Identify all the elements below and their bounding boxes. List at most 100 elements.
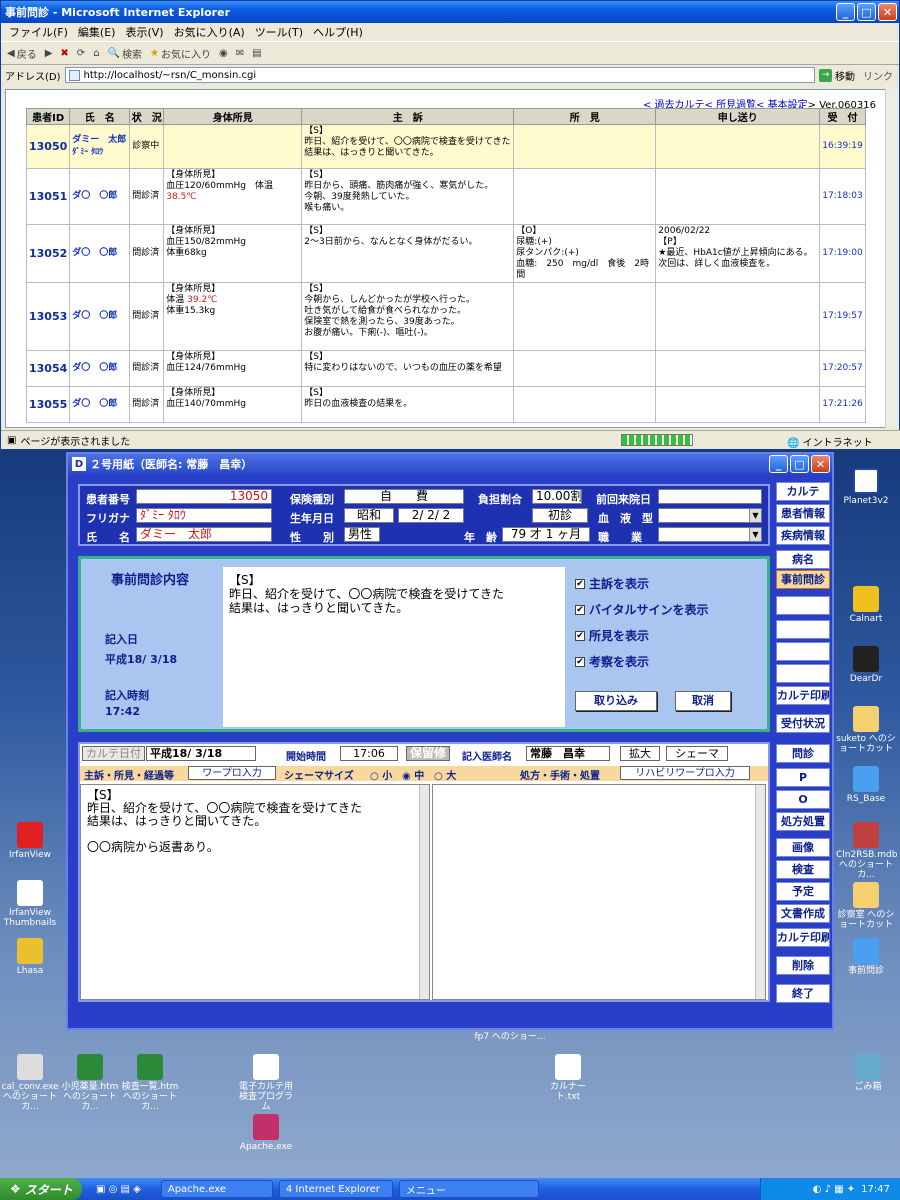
burden-field[interactable]: 10.00割 xyxy=(532,489,582,504)
age-field[interactable]: 79 才 1 ヶ月 xyxy=(502,527,590,542)
side-button-4[interactable]: 事前問診 xyxy=(776,570,830,589)
app-maximize-button[interactable]: □ xyxy=(790,455,809,473)
birth-date-field[interactable]: 2/ 2/ 2 xyxy=(398,508,464,523)
side-button-7[interactable] xyxy=(776,642,830,661)
side-button-1[interactable]: 患者情報 xyxy=(776,504,830,523)
side-button-16[interactable]: 検査 xyxy=(776,860,830,879)
app-titlebar[interactable]: D ２号用紙（医師名: 常藤 昌幸） _ □ ✕ xyxy=(68,454,832,474)
table-row[interactable]: 13051 ダ〇 〇郎 問診済 【身体所見】 血圧120/60mmHg 体温 38.5… xyxy=(25,168,866,225)
side-button-10[interactable]: 受付状況 xyxy=(776,714,830,733)
quicklaunch-icons[interactable]: ▣ ◎ ▤ ◈ xyxy=(96,1184,141,1195)
side-button-5[interactable] xyxy=(776,596,830,615)
schema-size-large[interactable]: ○ 大 xyxy=(434,767,456,782)
desktop-icon-planet[interactable]: Planet3v2 xyxy=(836,468,896,506)
app-minimize-button[interactable]: _ xyxy=(769,455,788,473)
patient-name[interactable]: ダ〇 〇郎 xyxy=(69,168,131,225)
name-field[interactable]: ダミー 太郎 xyxy=(136,527,272,542)
menu-favorites[interactable]: お気に入り(A) xyxy=(174,24,245,40)
desktop-icon-rsbase[interactable]: RS_Base xyxy=(836,766,896,804)
task-apache[interactable]: Apache.exe xyxy=(160,1180,273,1198)
side-button-2[interactable]: 疾病情報 xyxy=(776,526,830,545)
media-button[interactable]: ◉ xyxy=(219,48,228,59)
menu-help[interactable]: ヘルプ(H) xyxy=(313,24,363,40)
menu-view[interactable]: 表示(V) xyxy=(125,24,163,40)
side-button-0[interactable]: カルテ xyxy=(776,482,830,501)
side-button-18[interactable]: 文書作成 xyxy=(776,904,830,923)
start-button[interactable]: ❖ スタート xyxy=(0,1178,82,1200)
refresh-button[interactable]: ⟳ xyxy=(77,48,85,59)
insurance-field[interactable]: 自 費 xyxy=(344,489,464,504)
desktop-icon-irfanthumbs[interactable]: IrfanView Thumbnails xyxy=(0,880,60,928)
search-button[interactable]: 🔍 検索 xyxy=(108,46,142,61)
side-button-11[interactable]: 問診 xyxy=(776,744,830,763)
desktop-icon-lhasa[interactable]: Lhasa xyxy=(0,938,60,976)
check-show-findings[interactable]: ✔ 所見を表示 xyxy=(575,627,649,644)
favorites-button[interactable]: ★ お気に入り xyxy=(150,46,211,61)
desktop-icon-calnart[interactable]: Calnart xyxy=(836,586,896,624)
task-ie[interactable]: 4 Internet Explorer xyxy=(278,1180,393,1198)
back-button[interactable]: ◀ 戻る xyxy=(7,46,37,61)
desktop-icon-shoni[interactable]: 小児薬量.htm へのショートカ... xyxy=(60,1054,120,1112)
side-button-19[interactable]: カルテ印刷 xyxy=(776,928,830,947)
side-button-6[interactable] xyxy=(776,620,830,639)
desktop-icon-recycle[interactable]: ごみ箱 xyxy=(838,1054,898,1092)
birth-era-field[interactable]: 昭和 xyxy=(344,508,394,523)
schema-size-medium[interactable]: ◉ 中 xyxy=(402,767,424,782)
import-button[interactable]: 取り込み xyxy=(575,691,657,711)
patient-no-field[interactable]: 13050 xyxy=(136,489,272,504)
karte-left-text[interactable]: 【S】 昨日、紹介を受けて、〇〇病院で検査を受けてきた 結果は、はっきりと聞いて… xyxy=(80,784,430,1000)
links-button[interactable]: リンク xyxy=(863,68,893,83)
patient-id-link[interactable]: 13053 xyxy=(25,282,71,351)
check-show-vitals[interactable]: ✔ バイタルサインを表示 xyxy=(575,601,709,618)
desktop-icon-apache[interactable]: Apache.exe xyxy=(236,1114,296,1152)
side-button-8[interactable] xyxy=(776,664,830,683)
desktop-icon-calnart-txt[interactable]: カルナート.txt xyxy=(538,1054,598,1102)
desktop-icon-kensaprog[interactable]: 電子カルテ用 検査プログラム xyxy=(236,1054,296,1112)
patient-name[interactable]: ダ〇 〇郎 xyxy=(69,224,131,283)
patient-name[interactable]: ダ〇 〇郎 xyxy=(69,386,131,423)
check-show-complaint[interactable]: ✔ 主訴を表示 xyxy=(575,575,649,592)
ie-scrollbar[interactable] xyxy=(885,89,899,428)
desktop-icon-calconv[interactable]: cal_conv.exe へのショートカ... xyxy=(0,1054,60,1112)
print-button[interactable]: ▤ xyxy=(252,48,261,59)
table-row[interactable]: 13050 ダミー 太郎 ﾀﾞﾐｰ ﾀﾛｳ 診察中 【S】 昨日、紹介を受けて、〇〇病院… xyxy=(25,124,866,169)
zoom-button[interactable]: 拡大 xyxy=(620,746,660,761)
desktop-icon-fp7[interactable]: fp7 へのショー... xyxy=(470,1032,550,1042)
sex-field[interactable]: 男性 xyxy=(344,527,380,542)
forward-button[interactable]: ▶ xyxy=(45,48,53,59)
side-button-14[interactable]: 処方処置 xyxy=(776,812,830,831)
desktop-icon-kensa[interactable]: 検査一覧.htm へのショートカ... xyxy=(120,1054,180,1112)
karte-right-scrollbar[interactable] xyxy=(755,785,765,999)
side-button-9[interactable]: カルテ印刷 xyxy=(776,686,830,705)
side-button-20[interactable]: 削除 xyxy=(776,956,830,975)
doctor-field[interactable]: 常藤 昌幸 xyxy=(526,746,610,761)
home-button[interactable]: ⌂ xyxy=(93,48,99,59)
menu-tools[interactable]: ツール(T) xyxy=(255,24,303,40)
patient-name[interactable]: ダミー 太郎 ﾀﾞﾐｰ ﾀﾛｳ xyxy=(69,124,131,169)
close-button[interactable]: ✕ xyxy=(878,3,897,21)
table-row[interactable]: 13054 ダ〇 〇郎 問診済 【身体所見】 血圧124/76mmHg 【S】 特に変わ… xyxy=(25,350,866,387)
table-row[interactable]: 13052 ダ〇 〇郎 問診済 【身体所見】 血圧150/82mmHg 体重68kg 【… xyxy=(25,224,866,283)
desktop-icon-suketo[interactable]: suketo へのショートカット xyxy=(836,706,896,754)
mail-button[interactable]: ✉ xyxy=(236,48,244,59)
patient-id-link[interactable]: 13054 xyxy=(25,350,71,387)
karte-left-scrollbar[interactable] xyxy=(419,785,429,999)
last-visit-field[interactable] xyxy=(658,489,762,504)
cancel-button[interactable]: 取消 xyxy=(675,691,731,711)
patient-id-link[interactable]: 13052 xyxy=(25,224,71,283)
patient-name[interactable]: ダ〇 〇郎 xyxy=(69,350,131,387)
schema-button[interactable]: シェーマ xyxy=(666,746,728,761)
start-time-field[interactable]: 17:06 xyxy=(340,746,398,761)
patient-id-link[interactable]: 13050 xyxy=(25,124,71,169)
wp-input-button[interactable]: ワープロ入力 xyxy=(188,766,276,780)
side-button-17[interactable]: 予定 xyxy=(776,882,830,901)
job-select[interactable]: ▼ xyxy=(658,527,762,542)
check-show-assessment[interactable]: ✔ 考察を表示 xyxy=(575,653,649,670)
patient-id-link[interactable]: 13055 xyxy=(25,386,71,423)
side-button-12[interactable]: P xyxy=(776,768,830,787)
desktop-icon-cln2rsb[interactable]: Cln2RSB.mdb へのショートカ... xyxy=(836,822,897,880)
karte-date-field[interactable]: 平成18/ 3/18 xyxy=(146,746,256,761)
patient-id-link[interactable]: 13051 xyxy=(25,168,71,225)
pre-consultation-text[interactable]: 【S】 昨日、紹介を受けて、〇〇病院で検査を受けてきた 結果は、はっきりと聞いて… xyxy=(223,567,565,727)
table-row[interactable]: 13053 ダ〇 〇郎 問診済 【身体所見】 体温 39.2℃ 体重15.3kg 【S】… xyxy=(25,282,866,351)
